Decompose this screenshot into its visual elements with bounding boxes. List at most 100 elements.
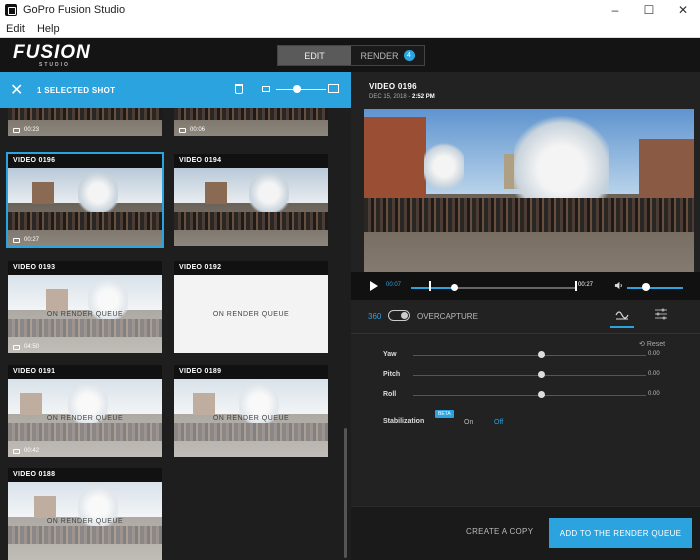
play-icon[interactable]: [370, 281, 378, 291]
small-thumbnail-icon[interactable]: [262, 86, 270, 92]
preview-time-text: 2:52 PM: [412, 94, 435, 100]
beta-badge: BETA: [435, 410, 454, 418]
clip-card[interactable]: VIDEO 0193 ON RENDER QUEUE 04:50: [8, 261, 162, 353]
menu-edit[interactable]: Edit: [0, 23, 31, 35]
clip-title: VIDEO 0194: [174, 154, 328, 168]
yaw-value: 0.00: [648, 351, 660, 357]
clip-title: VIDEO 0191: [8, 365, 162, 379]
preview-title: VIDEO 0196: [369, 82, 417, 91]
preview-panel: VIDEO 0196 DEC 15, 2018 - 2:52 PM 00:07 …: [351, 72, 700, 560]
roll-slider-row: Roll 0.00: [383, 389, 683, 403]
switch-knob: [401, 312, 408, 319]
clip-thumbnail: ON RENDER QUEUE: [8, 482, 162, 560]
preview-date: DEC 15, 2018 - 2:52 PM: [369, 94, 435, 100]
stabilization-on-option[interactable]: On: [464, 419, 473, 426]
stabilization-label: Stabilization: [383, 418, 425, 425]
yaw-slider[interactable]: [413, 355, 646, 356]
thumbnail-size-handle[interactable]: [293, 85, 301, 93]
grid-scrollbar[interactable]: [341, 108, 351, 560]
render-queue-overlay: ON RENDER QUEUE: [174, 379, 328, 457]
playhead-handle[interactable]: [451, 284, 459, 291]
clip-duration: 00:23: [13, 127, 39, 133]
video-preview[interactable]: [364, 109, 694, 272]
trash-icon[interactable]: [235, 84, 243, 94]
logo-subtext: STUDIO: [39, 62, 70, 68]
yaw-slider-row: Yaw 0.00: [383, 349, 683, 363]
app-icon: [5, 4, 17, 16]
clip-card[interactable]: VIDEO 0189 ON RENDER QUEUE: [174, 365, 328, 457]
thumbnail-size-slider[interactable]: [276, 89, 326, 90]
clip-title: VIDEO 0192: [174, 261, 328, 275]
selected-count-label: 1 SELECTED SHOT: [37, 85, 116, 95]
clip-duration-text: 04:50: [24, 344, 40, 350]
roll-handle[interactable]: [538, 391, 545, 398]
end-time: 00:27: [578, 282, 594, 288]
menu-help[interactable]: Help: [31, 23, 66, 35]
clip-card[interactable]: 00:23: [8, 108, 162, 136]
roll-value: 0.00: [648, 391, 660, 397]
pitch-slider[interactable]: [413, 375, 646, 376]
tab-edit[interactable]: EDIT: [278, 46, 351, 65]
clip-grid: 00:23 00:06 VIDEO 0196 00:27 VIDEO 0194 VIDEO…: [0, 108, 340, 560]
clip-duration: 00:42: [13, 448, 39, 454]
fusion-logo: FUSION STUDIO: [13, 42, 91, 68]
volume-slider[interactable]: [627, 287, 683, 289]
sliders-icon[interactable]: [654, 308, 668, 320]
maximize-button[interactable]: ☐: [632, 0, 666, 20]
clip-duration-text: 00:06: [190, 127, 206, 133]
trim-end-handle[interactable]: [575, 281, 577, 291]
action-footer: CREATE A COPY ADD TO THE RENDER QUEUE: [351, 506, 700, 560]
clip-title: VIDEO 0193: [8, 261, 162, 275]
clip-thumbnail: [174, 168, 328, 246]
reset-button[interactable]: ⟲ Reset: [639, 340, 665, 348]
toggle-360-label: 360: [368, 312, 382, 321]
camera-icon: [179, 127, 186, 133]
roll-label: Roll: [383, 391, 397, 398]
stabilization-off-option[interactable]: Off: [494, 419, 503, 426]
close-icon[interactable]: ✕: [10, 80, 26, 100]
clip-card[interactable]: VIDEO 0194: [174, 154, 328, 246]
reset-label: Reset: [646, 341, 666, 348]
add-to-render-queue-button[interactable]: ADD TO THE RENDER QUEUE: [549, 518, 692, 548]
clip-duration: 00:27: [13, 237, 39, 243]
pitch-handle[interactable]: [538, 371, 545, 378]
create-copy-button[interactable]: CREATE A COPY: [466, 527, 533, 536]
tab-render[interactable]: RENDER 4: [351, 46, 424, 65]
tab-render-label: RENDER: [360, 50, 399, 61]
clip-thumbnail: 00:27: [8, 168, 162, 246]
yaw-label: Yaw: [383, 351, 397, 358]
clip-thumbnail: ON RENDER QUEUE 04:50: [8, 275, 162, 353]
title-bar: GoPro Fusion Studio – ☐ ✕: [0, 0, 700, 20]
minimize-button[interactable]: –: [598, 0, 632, 20]
roll-slider[interactable]: [413, 395, 646, 396]
clip-card[interactable]: VIDEO 0191 ON RENDER QUEUE 00:42: [8, 365, 162, 457]
playback-bar: 00:07 00:27: [351, 272, 700, 300]
menu-bar: Edit Help: [0, 20, 700, 38]
render-queue-overlay: ON RENDER QUEUE: [8, 482, 162, 560]
window-controls: – ☐ ✕: [598, 0, 700, 20]
volume-handle[interactable]: [642, 283, 650, 291]
overcapture-switch[interactable]: [388, 310, 410, 321]
yaw-handle[interactable]: [538, 351, 545, 358]
large-thumbnail-icon[interactable]: [328, 84, 339, 93]
clip-duration-text: 00:42: [24, 448, 40, 454]
clip-card[interactable]: VIDEO 0196 00:27: [6, 152, 164, 248]
curve-adjust-icon[interactable]: [615, 308, 629, 320]
camera-icon: [13, 237, 20, 243]
volume-icon[interactable]: [614, 281, 623, 290]
scrollbar-thumb[interactable]: [344, 428, 347, 558]
trim-start-handle[interactable]: [429, 281, 431, 291]
pitch-value: 0.00: [648, 371, 660, 377]
timeline-track[interactable]: [411, 281, 577, 291]
render-queue-overlay: ON RENDER QUEUE: [8, 275, 162, 353]
window-title: GoPro Fusion Studio: [23, 4, 126, 16]
clip-card[interactable]: VIDEO 0192 ON RENDER QUEUE: [174, 261, 328, 353]
clip-card[interactable]: 00:06: [174, 108, 328, 136]
selection-bar: ✕ 1 SELECTED SHOT: [0, 72, 351, 108]
current-time: 00:07: [386, 282, 402, 288]
preview-date-text: DEC 15, 2018 -: [369, 94, 411, 100]
close-window-button[interactable]: ✕: [666, 0, 700, 20]
clip-card[interactable]: VIDEO 0188 ON RENDER QUEUE: [8, 468, 162, 560]
clip-duration: 00:06: [179, 127, 205, 133]
clip-title: VIDEO 0188: [8, 468, 162, 482]
